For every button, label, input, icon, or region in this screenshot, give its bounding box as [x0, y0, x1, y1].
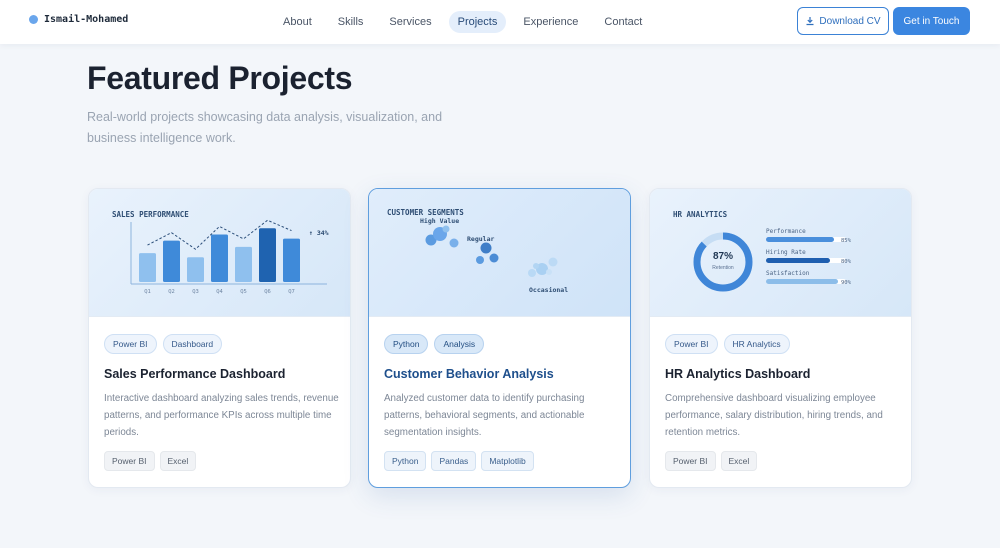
page-subtitle: Real-world projects showcasing data anal… — [87, 110, 443, 145]
sales-tick-label: Q3 — [192, 289, 199, 295]
project-card-hr[interactable]: HR ANALYTICS 87% Retention Performance 85… — [649, 188, 912, 488]
sales-chart-title: SALES PERFORMANCE — [112, 210, 189, 219]
nav-link-about[interactable]: About — [274, 11, 321, 33]
tool-power-bi: Power BI — [104, 451, 155, 471]
navbar: Ismail-Mohamed About Skills Services Pro… — [0, 0, 1000, 44]
hr-preview: HR ANALYTICS 87% Retention Performance 85… — [650, 189, 911, 317]
nav-link-contact[interactable]: Contact — [595, 11, 651, 33]
download-icon — [806, 17, 814, 26]
hr-metric-fill — [766, 237, 834, 242]
segment-label-regular: Regular — [467, 235, 494, 243]
sales-bar-q4 — [211, 234, 228, 282]
tool-matplotlib: Matplotlib — [481, 451, 534, 471]
hr-metric-fill — [766, 279, 838, 284]
nav-link-experience[interactable]: Experience — [514, 11, 587, 33]
sales-tick-label: Q4 — [216, 289, 223, 295]
tag-hr-analytics: HR Analytics — [723, 334, 790, 354]
sales-tick-label: Q6 — [264, 289, 271, 295]
donut-value: 87% — [713, 251, 733, 262]
sales-bar-q5 — [235, 246, 252, 282]
tool-pandas: Pandas — [431, 451, 477, 471]
download-cv-label: Download CV — [819, 15, 881, 27]
customer-preview: CUSTOMER SEGMENTS High Value Regular Occ… — [369, 189, 630, 317]
segments-chart: CUSTOMER SEGMENTS High Value Regular Occ… — [387, 208, 568, 294]
hr-metric-label: Hiring Rate — [766, 249, 806, 256]
project-description: Comprehensive dashboard visualizing empl… — [665, 393, 883, 438]
sales-chart: SALES PERFORMANCE Q1 Q2 Q3 Q4 Q5 Q6 Q7 ↑ 34% — [112, 210, 329, 295]
tag-analysis: Analysis — [434, 334, 485, 354]
tag-power-bi: Power BI — [104, 334, 157, 354]
sales-tick-label: Q1 — [144, 289, 151, 295]
project-description: Analyzed customer data to identify purch… — [384, 393, 585, 438]
tag-power-bi: Power BI — [665, 334, 718, 354]
donut-fill — [693, 232, 753, 292]
project-card-customer[interactable]: CUSTOMER SEGMENTS High Value Regular Occ… — [368, 188, 631, 488]
project-tools: Python Pandas Matplotlib — [384, 451, 534, 471]
nav-link-skills[interactable]: Skills — [329, 11, 373, 33]
hr-metrics: Performance 85% Hiring Rate 80% Satisfaction… — [766, 228, 852, 286]
project-card-sales[interactable]: SALES PERFORMANCE Q1 Q2 Q3 Q4 Q5 Q6 Q7 ↑ 34% P… — [88, 188, 351, 488]
tag-dashboard: Dashboard — [162, 334, 223, 354]
sales-bar-q2 — [163, 240, 180, 282]
project-tools: Power BI Excel — [665, 451, 758, 471]
project-tags: Python Analysis — [384, 334, 485, 354]
tool-python: Python — [384, 451, 427, 471]
growth-badge: ↑ 34% — [309, 229, 329, 237]
donut-label: Retention — [712, 265, 734, 271]
project-tags: Power BI HR Analytics — [665, 334, 790, 354]
logo[interactable]: Ismail-Mohamed — [29, 14, 128, 25]
hr-metric-label: Satisfaction — [766, 270, 810, 277]
tool-power-bi: Power BI — [665, 451, 716, 471]
page-title: Featured Projects — [87, 60, 353, 96]
project-title: Sales Performance Dashboard — [104, 367, 286, 381]
nav-link-services[interactable]: Services — [380, 11, 440, 33]
nav-link-projects[interactable]: Projects — [448, 11, 507, 33]
download-cv-button[interactable]: Download CV — [797, 7, 889, 35]
nav-links: About Skills Services Projects Experienc… — [274, 11, 659, 33]
project-tags: Power BI Dashboard — [104, 334, 223, 354]
tool-excel: Excel — [159, 451, 197, 471]
logo-dot-icon — [29, 15, 38, 24]
high-value-cluster — [425, 225, 459, 248]
project-description: Interactive dashboard analyzing sales tr… — [104, 393, 339, 438]
hr-metric-value: 85% — [841, 238, 852, 244]
sales-bar-q6 — [259, 228, 276, 282]
sales-tick-label: Q5 — [240, 289, 247, 295]
hr-metric-label: Performance — [766, 228, 806, 235]
project-title: Customer Behavior Analysis — [384, 367, 554, 381]
project-tools: Power BI Excel — [104, 451, 197, 471]
sales-bar-q7 — [283, 238, 300, 282]
sales-preview: SALES PERFORMANCE Q1 Q2 Q3 Q4 Q5 Q6 Q7 ↑ 34% — [89, 189, 350, 317]
hr-metric-fill — [766, 258, 830, 263]
segments-chart-title: CUSTOMER SEGMENTS — [387, 208, 464, 217]
logo-text: Ismail-Mohamed — [44, 14, 129, 25]
segment-label-high-value: High Value — [420, 217, 459, 225]
tag-python: Python — [384, 334, 429, 354]
sales-bar-q3 — [187, 257, 204, 282]
segment-label-occasional: Occasional — [529, 286, 568, 294]
hr-metric-value: 90% — [841, 280, 852, 286]
hr-metric-value: 80% — [841, 259, 852, 265]
regular-cluster — [476, 242, 499, 264]
sales-tick-label: Q7 — [288, 289, 295, 295]
tool-excel: Excel — [720, 451, 758, 471]
hr-chart-title: HR ANALYTICS — [673, 210, 728, 219]
get-in-touch-button[interactable]: Get in Touch — [893, 7, 970, 35]
occasional-cluster — [528, 257, 558, 277]
sales-tick-label: Q2 — [168, 289, 175, 295]
sales-bar-q1 — [139, 253, 156, 282]
project-title: HR Analytics Dashboard — [665, 367, 811, 381]
hr-chart: HR ANALYTICS 87% Retention Performance 85… — [673, 210, 852, 292]
